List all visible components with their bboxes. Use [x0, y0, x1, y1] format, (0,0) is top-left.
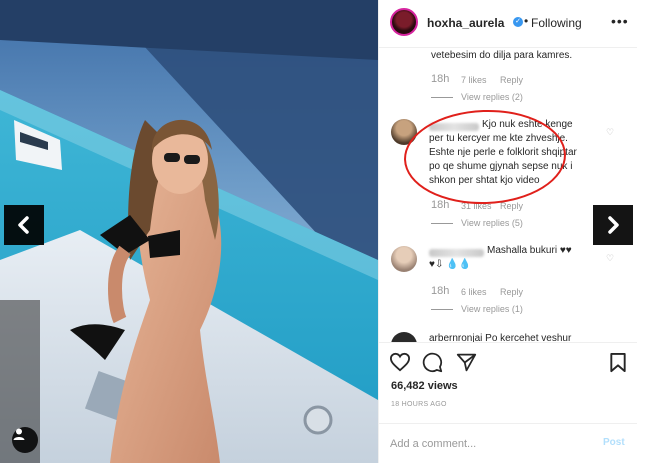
comment-like-heart-icon[interactable]: ♡	[606, 253, 614, 264]
comment-text: arbernronjai Po kercehet veshur	[429, 333, 572, 342]
view-replies-button[interactable]: View replies (1)	[461, 304, 523, 314]
comment-text: vetebesim do dilja para kamres.	[431, 50, 573, 61]
add-comment-bar: Post	[379, 423, 638, 463]
comment-likes[interactable]: 6 likes	[461, 287, 487, 297]
instagram-post-viewer: hoxha_aurela ✓ • Following ••• vetebesim…	[0, 0, 667, 463]
commenter-avatar[interactable]	[391, 332, 417, 342]
commenter-username-blurred[interactable]	[429, 249, 484, 257]
next-post-button[interactable]	[593, 205, 633, 245]
comment-time: 18h	[431, 73, 450, 85]
heart-icon[interactable]	[389, 352, 411, 372]
reply-button[interactable]: Reply	[500, 75, 523, 85]
following-button[interactable]: Following	[531, 16, 582, 30]
previous-post-button[interactable]	[4, 205, 44, 245]
more-options-icon[interactable]: •••	[611, 13, 629, 29]
view-replies-button[interactable]: View replies (2)	[461, 92, 523, 102]
author-username[interactable]: hoxha_aurela	[427, 16, 504, 30]
comment-time: 18h	[431, 285, 450, 297]
commenter-avatar[interactable]	[391, 246, 417, 272]
bookmark-icon[interactable]	[609, 352, 627, 373]
video-frame-illustration	[0, 0, 378, 463]
post-actions-panel: 66,482 views 18 HOURS AGO Post	[379, 342, 638, 463]
chevron-left-icon	[18, 216, 29, 234]
replies-divider	[431, 97, 453, 98]
view-replies-button[interactable]: View replies (5)	[461, 218, 523, 228]
replies-divider	[431, 309, 453, 310]
comment-like-heart-icon[interactable]: ♡	[606, 127, 614, 138]
post-media-video[interactable]	[0, 0, 378, 463]
comment-text-line: Mashalla bukuri ♥♥	[487, 245, 572, 256]
share-icon[interactable]	[456, 352, 477, 373]
comment-time: 18h	[431, 199, 450, 211]
post-header: hoxha_aurela ✓ • Following •••	[379, 0, 638, 48]
post-timestamp: 18 HOURS AGO	[391, 401, 447, 408]
verified-badge-icon: ✓	[513, 17, 523, 27]
reply-button[interactable]: Reply	[500, 287, 523, 297]
comment-icon[interactable]	[422, 352, 443, 373]
chevron-right-icon	[608, 216, 619, 234]
comment-input[interactable]	[390, 436, 590, 452]
replies-divider	[431, 223, 453, 224]
background-gutter	[637, 0, 667, 463]
reply-button[interactable]: Reply	[500, 201, 523, 211]
tagged-user-button[interactable]	[12, 427, 38, 453]
comment-likes[interactable]: 7 likes	[461, 75, 487, 85]
comment-text-line: ♥⇩ 💧💧	[429, 259, 471, 270]
author-avatar[interactable]	[390, 8, 418, 36]
post-comment-button[interactable]: Post	[603, 437, 625, 448]
views-count[interactable]: 66,482 views	[391, 380, 458, 392]
header-separator: •	[524, 14, 529, 28]
user-icon	[13, 428, 25, 440]
